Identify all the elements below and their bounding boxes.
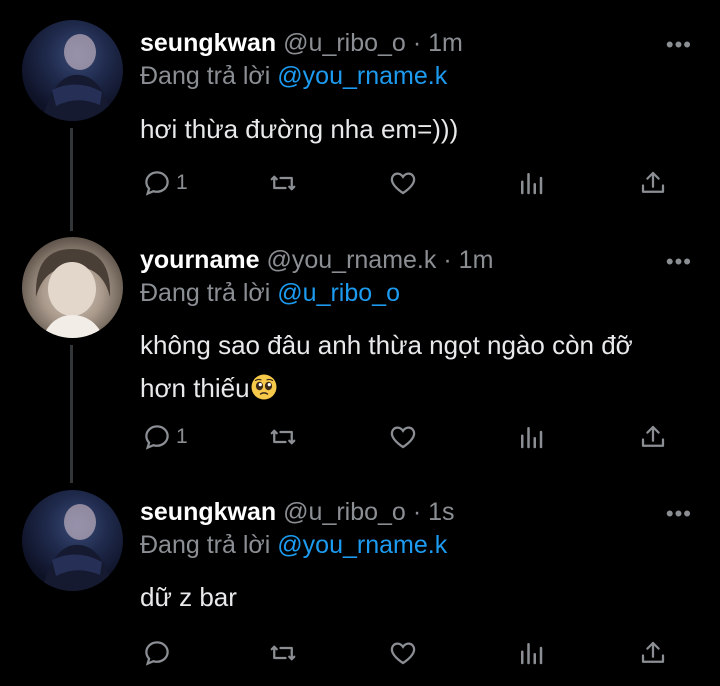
- avatar[interactable]: [22, 490, 123, 591]
- timestamp[interactable]: · 1s: [413, 498, 455, 527]
- reply-button[interactable]: [142, 638, 172, 668]
- replying-to-label: Đang trả lời: [140, 531, 271, 559]
- author-name[interactable]: seungkwan: [140, 498, 276, 527]
- like-icon: [390, 642, 416, 665]
- replying-to: Đang trả lời @you_rname.k: [140, 531, 447, 560]
- retweet-icon: [270, 645, 296, 661]
- share-icon: [641, 641, 665, 663]
- more-options-button[interactable]: •••: [666, 501, 692, 527]
- tweet-actions: [140, 638, 680, 674]
- reply-icon: [145, 641, 169, 666]
- views-button[interactable]: [516, 638, 546, 668]
- tweet[interactable]: seungkwan @u_ribo_o · 1s ••• Đang trả lờ…: [0, 0, 720, 686]
- tweet-text: dữ z bar: [140, 582, 237, 612]
- mention-link[interactable]: @you_rname.k: [277, 531, 447, 559]
- views-icon: [521, 643, 543, 665]
- share-button[interactable]: [638, 638, 668, 668]
- like-button[interactable]: [388, 638, 418, 668]
- retweet-button[interactable]: [268, 638, 298, 668]
- author-handle[interactable]: @u_ribo_o: [283, 498, 406, 527]
